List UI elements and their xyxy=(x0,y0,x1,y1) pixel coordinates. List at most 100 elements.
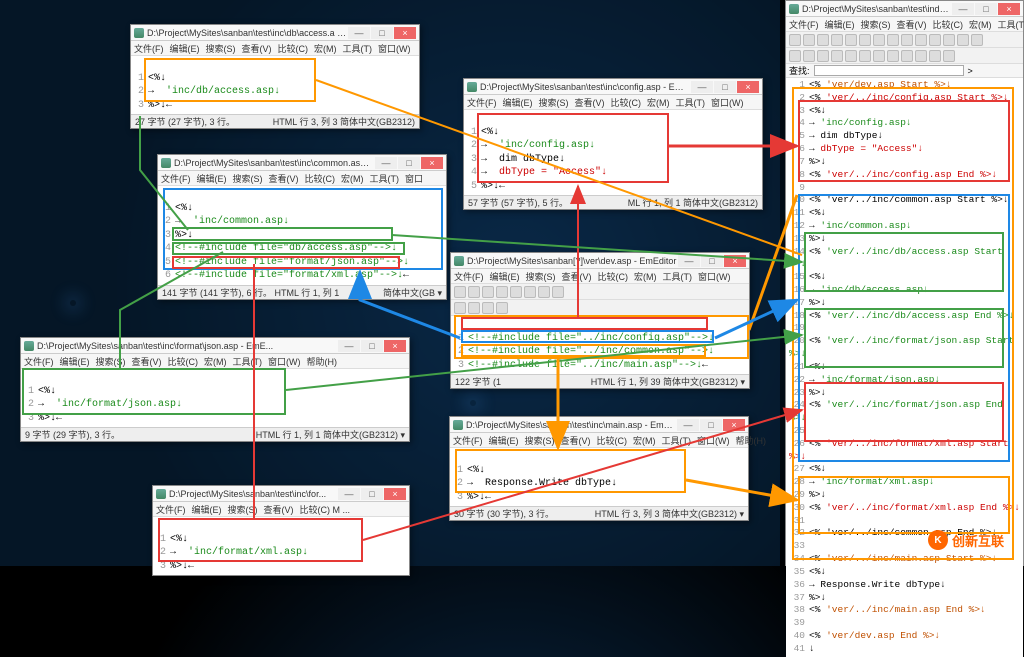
titlebar[interactable]: D:\Project\MySites\sanban\test\index.asp… xyxy=(786,1,1023,17)
titlebar[interactable]: D:\Project\MySites\sanban\test\inc\forma… xyxy=(21,338,409,354)
find-label: 查找: xyxy=(789,64,810,77)
close-button[interactable]: × xyxy=(394,27,416,39)
code-area[interactable]: 1<%↓ 2→ 'inc/format/xml.asp↓ 3%>↓← xyxy=(153,517,409,575)
tool-open-icon[interactable] xyxy=(468,286,480,298)
menu-view[interactable]: 查看(V) xyxy=(242,42,272,55)
statusbar: 27 字节 (27 字节), 3 行。HTML 行 3, 列 3 简体中文(GB… xyxy=(131,114,419,128)
menu-window[interactable]: 窗口(W) xyxy=(378,42,411,55)
app-icon xyxy=(467,82,477,92)
maximize-button[interactable]: □ xyxy=(700,419,722,431)
window-title: D:\Project\MySites\sanban\test\inc\for..… xyxy=(169,489,337,499)
tool-paste-icon[interactable] xyxy=(873,34,885,46)
menubar[interactable]: 文件(F) 编辑(E) 搜索(S) 查看(V) 比较(C) M ... xyxy=(153,502,409,517)
tool-cut-icon[interactable] xyxy=(845,34,857,46)
tool-save-icon[interactable] xyxy=(817,34,829,46)
code-area[interactable]: 1<%↓ 2→ Response.Write dbType↓ 3%>↓← xyxy=(450,448,748,506)
close-button[interactable]: × xyxy=(421,157,443,169)
menu-file[interactable]: 文件(F) xyxy=(134,42,164,55)
tool-paste-icon[interactable] xyxy=(524,286,536,298)
code-area[interactable]: 1<!--#include file="../inc/config.asp"--… xyxy=(451,316,749,374)
code-area[interactable]: 1<%↓ 2→ 'inc/common.asp↓ 3%>↓ 4<!--#incl… xyxy=(158,186,446,285)
editor-access: D:\Project\MySites\sanban\test\inc\db\ac… xyxy=(130,24,420,129)
tool-save-icon[interactable] xyxy=(482,286,494,298)
minimize-button[interactable]: — xyxy=(952,3,974,15)
menubar[interactable]: 文件(F) 编辑(E) 搜索(S) 查看(V) 比较(C) 宏(M) 工具(T) xyxy=(786,17,1023,32)
toolbar-2[interactable] xyxy=(786,48,1023,64)
titlebar[interactable]: D:\Project\MySites\sanban\test\inc\db\ac… xyxy=(131,25,419,41)
titlebar[interactable]: D:\Project\MySites\sanban[?]\ver\dev.asp… xyxy=(451,253,749,269)
editor-dev: D:\Project\MySites\sanban[?]\ver\dev.asp… xyxy=(450,252,750,389)
close-button[interactable]: × xyxy=(384,488,406,500)
window-title: D:\Project\MySites\sanban\test\inc\confi… xyxy=(480,82,690,92)
close-button[interactable]: × xyxy=(384,340,406,352)
titlebar[interactable]: D:\Project\MySites\sanban\test\inc\main.… xyxy=(450,417,748,433)
close-button[interactable]: × xyxy=(998,3,1020,15)
maximize-button[interactable]: □ xyxy=(398,157,420,169)
tool-print-icon[interactable] xyxy=(831,34,843,46)
menu-tools[interactable]: 工具(T) xyxy=(343,42,373,55)
tool-cut-icon[interactable] xyxy=(496,286,508,298)
minimize-button[interactable]: — xyxy=(691,81,713,93)
toolbar[interactable] xyxy=(786,32,1023,48)
titlebar[interactable]: D:\Project\MySites\sanban\test\inc\for..… xyxy=(153,486,409,502)
close-button[interactable]: × xyxy=(724,255,746,267)
maximize-button[interactable]: □ xyxy=(701,255,723,267)
findbar[interactable]: 查找: > xyxy=(786,64,1023,78)
code-area[interactable]: 1<% 'ver/dev.asp Start %>↓2<% 'ver/../in… xyxy=(786,78,1023,657)
menubar[interactable]: 文件(F) 编辑(E) 搜索(S) 查看(V) 比较(C) 宏(M) 工具(T)… xyxy=(158,171,446,186)
menubar[interactable]: 文件(F) 编辑(E) 搜索(S) 查看(V) 比较(C) 宏(M) 工具(T)… xyxy=(451,269,749,284)
tool-redo-icon[interactable] xyxy=(552,286,564,298)
close-button[interactable]: × xyxy=(723,419,745,431)
toolbar[interactable] xyxy=(451,284,749,300)
find-input[interactable] xyxy=(814,65,964,76)
minimize-button[interactable]: — xyxy=(338,340,360,352)
tool-copy-icon[interactable] xyxy=(859,34,871,46)
tool-tools-icon[interactable] xyxy=(957,34,969,46)
statusbar: 9 字节 (29 字节), 3 行。HTML 行 1, 列 1 简体中文(GB2… xyxy=(21,427,409,441)
menubar[interactable]: 文件(F) 编辑(E) 搜索(S) 查看(V) 比较(C) 宏(M) 工具(T)… xyxy=(464,95,762,110)
close-button[interactable]: × xyxy=(737,81,759,93)
code-area[interactable]: 1<%↓ 2→ 'inc/db/access.asp↓ 3%>↓← xyxy=(131,56,419,114)
minimize-button[interactable]: — xyxy=(338,488,360,500)
code-area[interactable]: 1<%↓ 2→ 'inc/config.asp↓ 3→ dim dbType↓ … xyxy=(464,110,762,195)
minimize-button[interactable]: — xyxy=(348,27,370,39)
find-next-button[interactable]: > xyxy=(968,66,973,76)
statusbar: 122 字节 (1HTML 行 1, 列 39 简体中文(GB2312) ▾ xyxy=(451,374,749,388)
maximize-button[interactable]: □ xyxy=(975,3,997,15)
minimize-button[interactable]: — xyxy=(678,255,700,267)
minimize-button[interactable]: — xyxy=(375,157,397,169)
editor-json: D:\Project\MySites\sanban\test\inc\forma… xyxy=(20,337,410,442)
menubar[interactable]: 文件(F) 编辑(E) 搜索(S) 查看(V) 比较(C) 宏(M) 工具(T)… xyxy=(21,354,409,369)
tool-new-icon[interactable] xyxy=(789,34,801,46)
tool-undo-icon[interactable] xyxy=(887,34,899,46)
menubar[interactable]: 文件(F) 编辑(E) 搜索(S) 查看(V) 比较(C) 宏(M) 工具(T)… xyxy=(131,41,419,56)
toolbar-2[interactable] xyxy=(451,300,749,316)
editor-xml: D:\Project\MySites\sanban\test\inc\for..… xyxy=(152,485,410,576)
code-area[interactable]: 1<%↓ 2→ 'inc/format/json.asp↓ 3%>↓← xyxy=(21,369,409,427)
tool-open-icon[interactable] xyxy=(803,34,815,46)
tool-copy-icon[interactable] xyxy=(510,286,522,298)
app-icon xyxy=(24,341,34,351)
tool-marker-icon[interactable] xyxy=(943,34,955,46)
tool-macro-icon[interactable] xyxy=(971,34,983,46)
tool-redo-icon[interactable] xyxy=(901,34,913,46)
maximize-button[interactable]: □ xyxy=(361,340,383,352)
titlebar[interactable]: D:\Project\MySites\sanban\test\inc\confi… xyxy=(464,79,762,95)
editor-common: D:\Project\MySites\sanban\test\inc\commo… xyxy=(157,154,447,300)
menubar[interactable]: 文件(F) 编辑(E) 搜索(S) 查看(V) 比较(C) 宏(M) 工具(T)… xyxy=(450,433,748,448)
titlebar[interactable]: D:\Project\MySites\sanban\test\inc\commo… xyxy=(158,155,446,171)
tool-find-icon[interactable] xyxy=(915,34,927,46)
menu-search[interactable]: 搜索(S) xyxy=(206,42,236,55)
tool-new-icon[interactable] xyxy=(454,286,466,298)
window-title: D:\Project\MySites\sanban\test\inc\commo… xyxy=(174,158,374,168)
tool-wrap-icon[interactable] xyxy=(929,34,941,46)
maximize-button[interactable]: □ xyxy=(361,488,383,500)
tool-undo-icon[interactable] xyxy=(538,286,550,298)
maximize-button[interactable]: □ xyxy=(371,27,393,39)
menu-compare[interactable]: 比较(C) xyxy=(278,42,309,55)
menu-macros[interactable]: 宏(M) xyxy=(314,42,337,55)
minimize-button[interactable]: — xyxy=(677,419,699,431)
menu-edit[interactable]: 编辑(E) xyxy=(170,42,200,55)
maximize-button[interactable]: □ xyxy=(714,81,736,93)
app-icon xyxy=(789,4,799,14)
